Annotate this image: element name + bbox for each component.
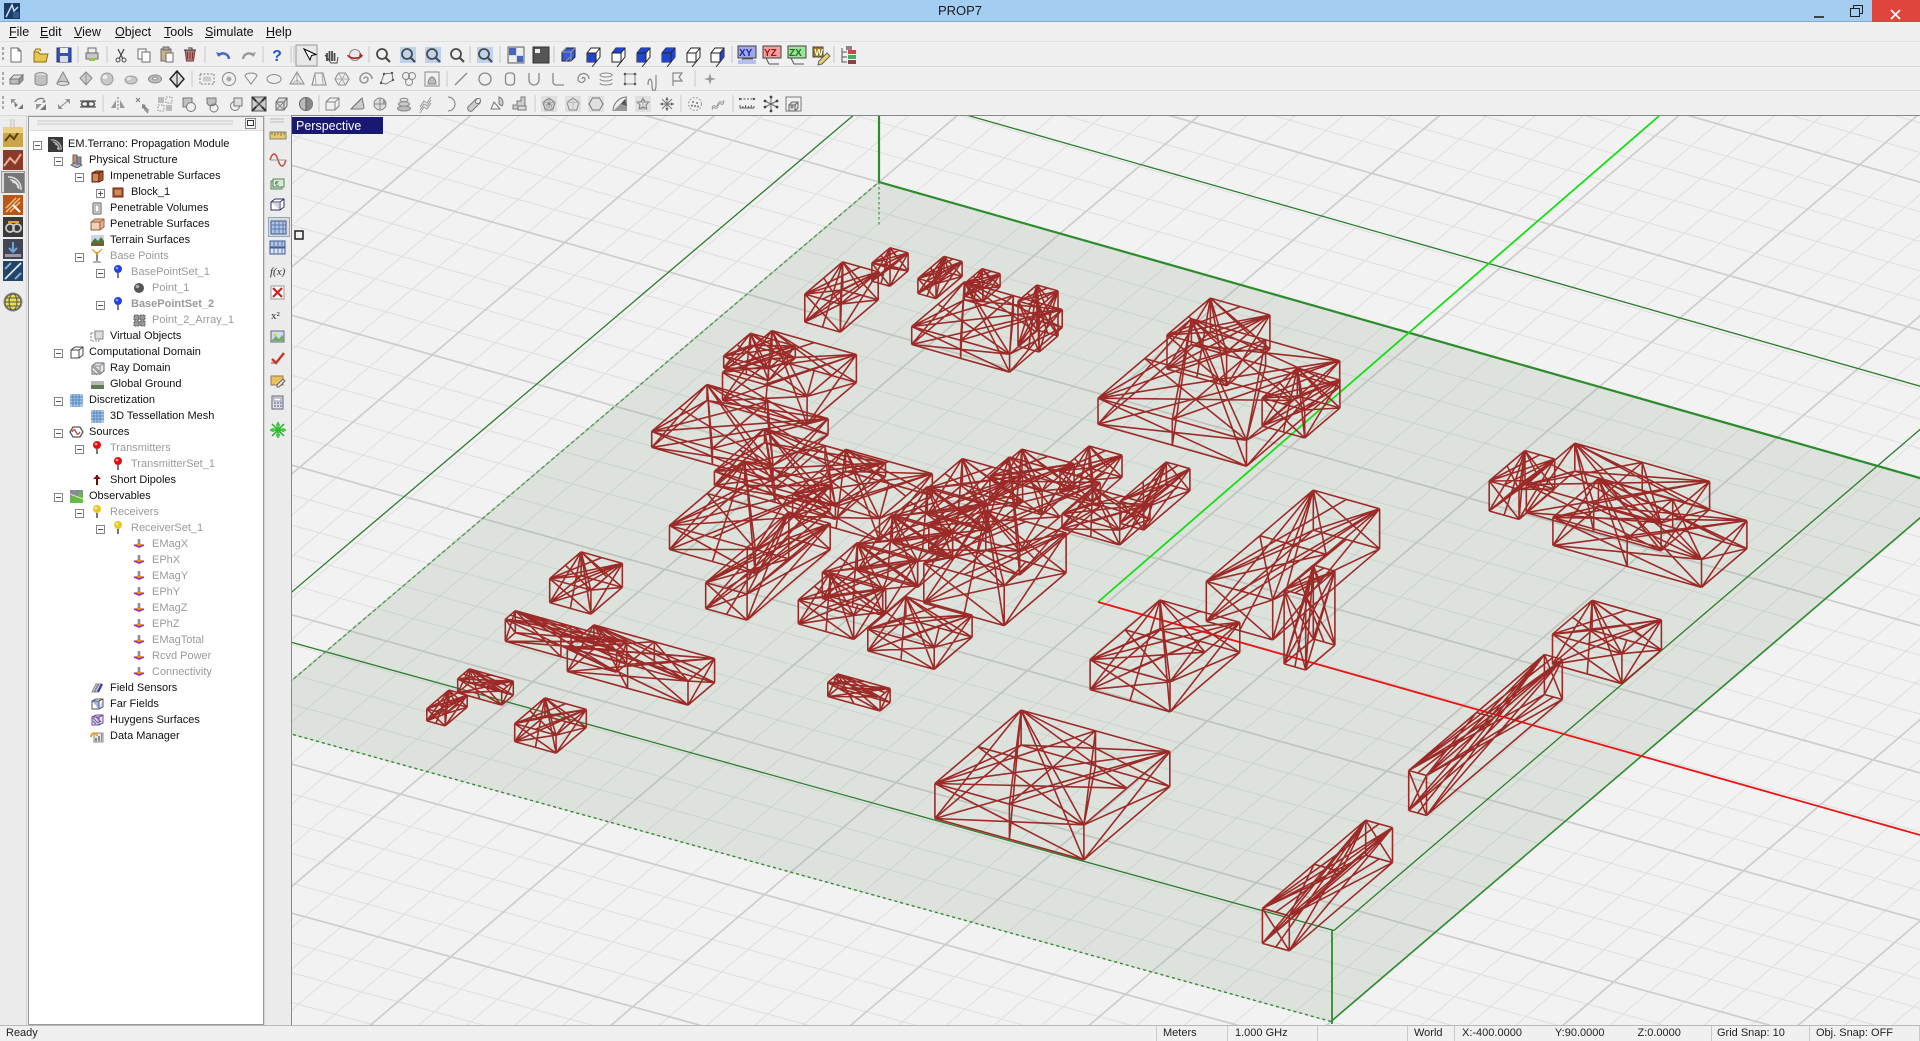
svg-text:f(x): f(x) — [270, 266, 286, 278]
svg-text:x²: x² — [271, 310, 281, 322]
svg-text:W: W — [815, 48, 824, 58]
svg-text:ZX: ZX — [789, 48, 802, 59]
svg-text:?: ? — [272, 48, 282, 65]
svg-text:YZ: YZ — [764, 48, 777, 59]
svg-text:€: € — [275, 181, 279, 188]
svg-text:Perspective: Perspective — [296, 119, 361, 133]
svg-text:XY: XY — [739, 48, 753, 59]
